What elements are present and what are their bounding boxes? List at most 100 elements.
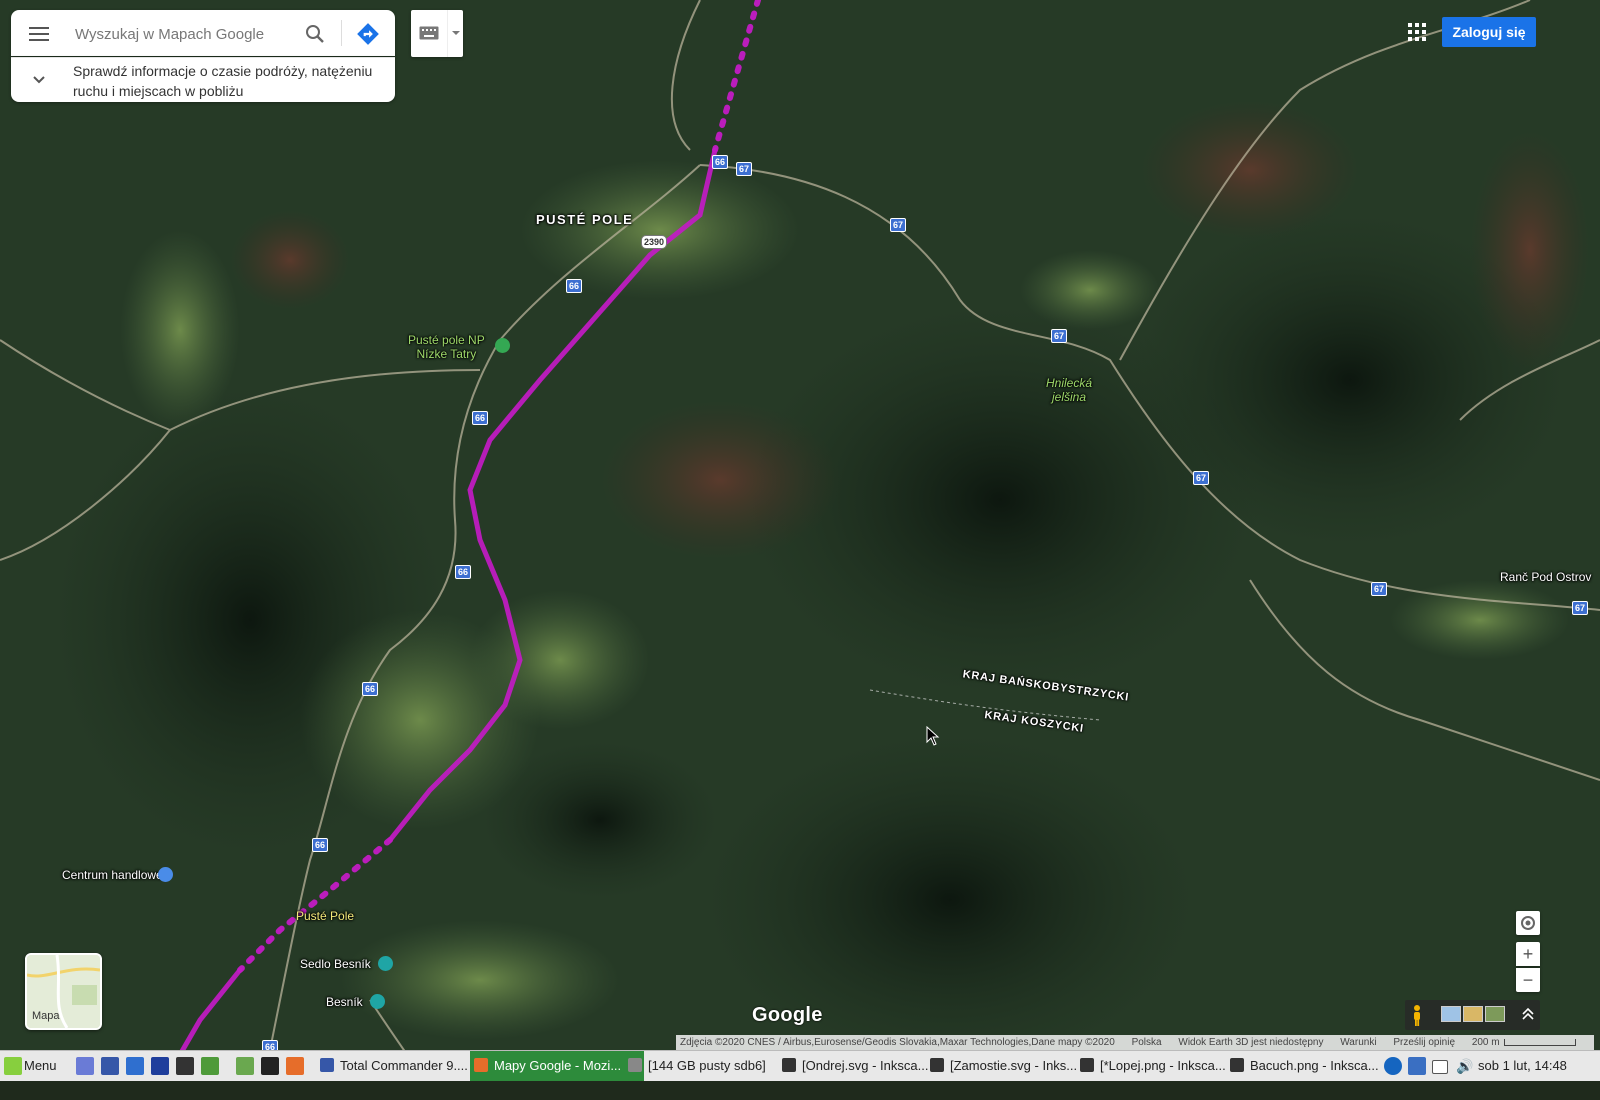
menu-icon[interactable] [29, 23, 49, 43]
label-hnilecka-line1: Hnilecká [1046, 376, 1093, 390]
drive-icon [628, 1058, 642, 1072]
taskbar-window-inkscape[interactable]: [Zamostie.svg - Inks... [926, 1051, 1098, 1081]
menu-label: Menu [24, 1058, 57, 1073]
clock[interactable]: sob 1 lut, 14:48 [1478, 1051, 1567, 1081]
volume-icon[interactable]: 🔊 [1456, 1057, 1474, 1075]
feedback-link[interactable]: Prześlij opinię [1393, 1037, 1455, 1048]
road-shield-66: 66 [312, 838, 329, 852]
camera-pin-icon[interactable] [370, 994, 385, 1009]
writer-icon[interactable] [126, 1057, 144, 1075]
road-shield-67: 67 [890, 218, 907, 232]
input-tools-button[interactable] [411, 10, 463, 57]
directions-icon[interactable] [355, 21, 381, 47]
label-puste-pole-town[interactable]: PUSTÉ POLE [536, 212, 633, 227]
road-shield-66: 66 [362, 682, 379, 696]
scale-label[interactable]: 200 m [1472, 1037, 1500, 1048]
mouse-cursor-icon [926, 726, 940, 746]
camera-pin-icon[interactable] [378, 956, 393, 971]
window-title: [Ondrej.svg - Inksca... [802, 1058, 929, 1073]
search-input[interactable] [73, 22, 297, 46]
zoom-in-button[interactable]: + [1516, 942, 1540, 966]
firefox-icon[interactable] [286, 1057, 304, 1075]
tex-icon[interactable] [151, 1057, 169, 1075]
imagery-thumbnails[interactable] [1441, 1006, 1507, 1027]
window-title: [144 GB pusty sdb6] [648, 1058, 766, 1073]
inkscape-icon [1080, 1058, 1094, 1072]
map-type-toggle[interactable]: Mapa [25, 953, 102, 1030]
minus-icon: − [1522, 970, 1534, 990]
zoom-out-button[interactable]: − [1516, 968, 1540, 992]
thumbnail[interactable] [1441, 1006, 1461, 1022]
my-location-button[interactable] [1516, 911, 1540, 935]
inkscape-icon [930, 1058, 944, 1072]
window-title: Total Commander 9.... [340, 1058, 468, 1073]
display-icon[interactable] [1432, 1060, 1448, 1074]
window-title: [*Lopej.png - Inksca... [1100, 1058, 1226, 1073]
window-title: [Zamostie.svg - Inks... [950, 1058, 1078, 1073]
label-np-line1: Pusté pole NP [408, 333, 485, 347]
terms-link[interactable]: Warunki [1340, 1037, 1376, 1048]
hp-icon[interactable] [1384, 1057, 1402, 1075]
earth-unavailable-text[interactable]: Widok Earth 3D jest niedostępny [1178, 1037, 1323, 1048]
chevron-up-icon[interactable] [1521, 1007, 1535, 1021]
road-shield-2390: 2390 [641, 235, 668, 249]
inkscape-icon [1230, 1058, 1244, 1072]
label-sedlo-besnik[interactable]: Sedlo Besník [300, 957, 371, 971]
folder-icon[interactable] [236, 1057, 254, 1075]
firefox-icon [474, 1058, 488, 1072]
label-np-line2: Nízke Tatry [416, 347, 477, 361]
caret-down-icon[interactable] [447, 10, 464, 57]
files-icon[interactable] [201, 1057, 219, 1075]
taskbar-window-folder[interactable]: [144 GB pusty sdb6] [624, 1051, 798, 1081]
inkscape-icon [782, 1058, 796, 1072]
label-ranc[interactable]: Ranč Pod Ostrov [1500, 570, 1591, 584]
satellite-imagery [0, 0, 1600, 1072]
label-hnilecka[interactable]: Hnilecká jelšina [1046, 376, 1092, 404]
map-type-label: Mapa [32, 1010, 60, 1022]
travel-info-text: Sprawdź informacje o czasie podróży, nat… [73, 63, 373, 99]
taskbar-window-inkscape[interactable]: [*Lopej.png - Inksca... [1076, 1051, 1248, 1081]
terminal-icon[interactable] [261, 1057, 279, 1075]
map-canvas[interactable]: PUSTÉ POLE Pusté pole NP Nízke Tatry Hni… [0, 0, 1600, 1072]
plus-icon: + [1522, 944, 1534, 964]
road-shield-67: 67 [736, 162, 753, 176]
chevron-down-icon[interactable] [31, 72, 47, 88]
mint-logo-icon [4, 1057, 22, 1075]
label-puste-pole-village[interactable]: Pusté Pole [296, 909, 354, 923]
country-link[interactable]: Polska [1132, 1037, 1162, 1048]
thumbnail[interactable] [1485, 1006, 1505, 1022]
pegman-icon[interactable] [1411, 1004, 1423, 1026]
crosshair-icon [1521, 916, 1535, 930]
search-panel [11, 10, 395, 56]
start-menu-button[interactable]: Menu [4, 1051, 57, 1081]
window-title: Bacuch.png - Inksca... [1250, 1058, 1379, 1073]
travel-info-panel[interactable]: Sprawdź informacje o czasie podróży, nat… [11, 57, 395, 102]
shopping-pin-icon[interactable] [158, 867, 173, 882]
scale-bar[interactable] [1503, 1038, 1576, 1046]
taskbar-window-inkscape[interactable]: [Ondrej.svg - Inksca... [778, 1051, 948, 1081]
attribution-text: Zdjęcia ©2020 CNES / Airbus,Eurosense/Ge… [680, 1037, 1115, 1048]
label-centrum-handlowe[interactable]: Centrum handlowe [62, 868, 163, 882]
road-shield-67: 67 [1193, 471, 1210, 485]
taskbar-window-total-commander[interactable]: Total Commander 9.... [316, 1051, 490, 1081]
taskbar-window-firefox[interactable]: Mapy Google - Mozi... [470, 1051, 644, 1081]
inkscape-icon[interactable] [176, 1057, 194, 1075]
apps-grid-icon[interactable] [1405, 20, 1429, 44]
thumbnail[interactable] [1463, 1006, 1483, 1022]
park-pin-icon[interactable] [495, 338, 510, 353]
shield-icon[interactable] [1408, 1057, 1426, 1075]
save-app-icon[interactable] [101, 1057, 119, 1075]
notes-icon[interactable] [76, 1057, 94, 1075]
label-np-puste-pole[interactable]: Pusté pole NP Nízke Tatry [408, 333, 485, 361]
taskbar-window-inkscape[interactable]: Bacuch.png - Inksca... [1226, 1051, 1400, 1081]
total-commander-icon [320, 1058, 334, 1072]
map-footer: Zdjęcia ©2020 CNES / Airbus,Eurosense/Ge… [676, 1035, 1594, 1050]
login-button[interactable]: Zaloguj się [1442, 17, 1536, 47]
label-besnik[interactable]: Besník [326, 995, 363, 1009]
road-shield-66: 66 [472, 411, 489, 425]
google-logo: Google [752, 1004, 823, 1026]
search-icon[interactable] [303, 22, 327, 46]
bottom-controls [1405, 1000, 1540, 1030]
road-shield-66: 66 [712, 155, 729, 169]
keyboard-icon[interactable] [419, 26, 439, 40]
